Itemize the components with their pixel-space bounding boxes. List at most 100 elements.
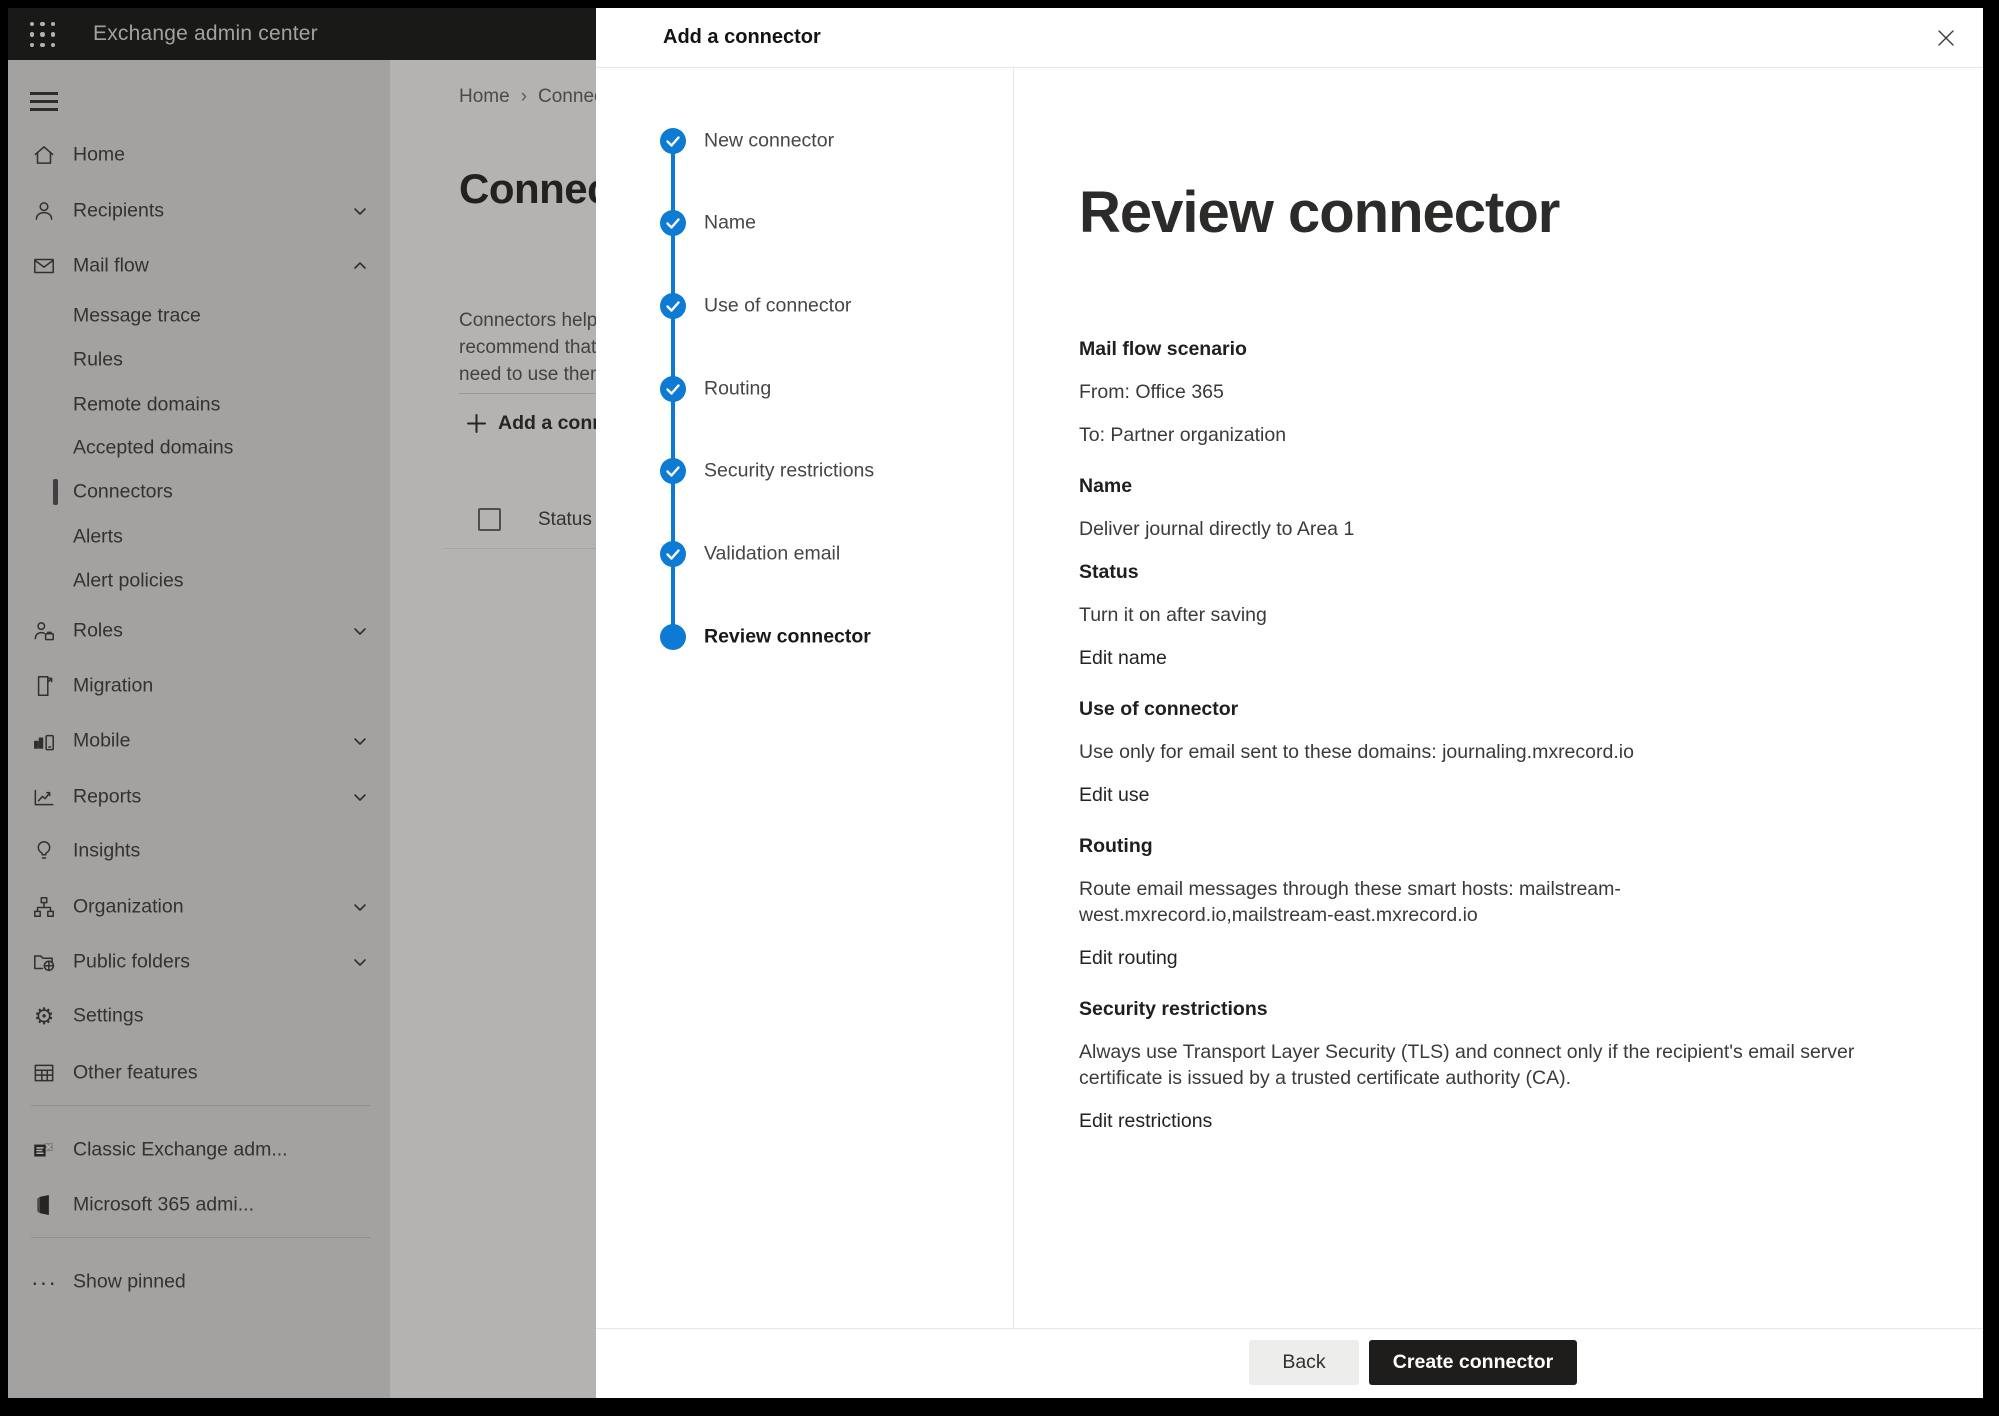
waffle-icon[interactable] (29, 21, 56, 48)
sidebar-item-settings[interactable]: ⚙ Settings (8, 994, 390, 1038)
sidebar-item-classic-exchange-admin[interactable]: Classic Exchange adm... (8, 1128, 390, 1172)
sidebar-item-microsoft-365-admin[interactable]: Microsoft 365 admi... (8, 1183, 390, 1227)
step-complete-icon (660, 128, 686, 154)
section-text: Deliver journal directly to Area 1 (1079, 516, 1859, 542)
sidebar-item-mobile[interactable]: Mobile (8, 719, 390, 763)
mobile-icon (31, 728, 57, 754)
sidebar-item-alerts[interactable]: Alerts (8, 515, 390, 559)
step-complete-icon (660, 458, 686, 484)
sidebar-item-connectors[interactable]: Connectors (8, 470, 390, 514)
sidebar-divider (31, 1105, 370, 1106)
breadcrumb-separator: › (521, 86, 527, 107)
toolbar-divider (459, 393, 596, 394)
section-text: Route email messages through these smart… (1079, 876, 1859, 928)
office-logo-icon (31, 1192, 57, 1218)
column-header-status: Status (538, 509, 592, 531)
edit-name-link[interactable]: Edit name (1079, 645, 1167, 671)
sidebar-item-organization[interactable]: Organization (8, 885, 390, 929)
step-validation-email: Validation email (596, 541, 1013, 567)
sidebar-item-accepted-domains[interactable]: Accepted domains (8, 426, 390, 470)
sidebar-item-public-folders[interactable]: Public folders (8, 940, 390, 984)
migration-icon (31, 673, 57, 699)
chevron-down-icon (352, 954, 368, 970)
chevron-down-icon (352, 203, 368, 219)
step-complete-icon (660, 210, 686, 236)
step-use-of-connector: Use of connector (596, 293, 1013, 319)
sidebar-item-migration[interactable]: Migration (8, 664, 390, 708)
sidebar-item-mail-flow[interactable]: Mail flow (8, 244, 390, 288)
hamburger-icon[interactable] (30, 92, 58, 116)
chevron-down-icon (352, 623, 368, 639)
sidebar-item-insights[interactable]: Insights (8, 829, 390, 873)
section-heading: Name (1079, 473, 1943, 499)
chevron-down-icon (352, 789, 368, 805)
sidebar-item-roles[interactable]: Roles (8, 609, 390, 653)
sidebar-item-message-trace[interactable]: Message trace (8, 294, 390, 338)
dialog-footer: Back Create connector (596, 1328, 1983, 1398)
sidebar-item-remote-domains[interactable]: Remote domains (8, 383, 390, 427)
step-new-connector: New connector (596, 128, 1013, 154)
step-current-icon (660, 624, 686, 650)
sidebar-item-home[interactable]: Home (8, 133, 390, 177)
section-mail-flow-scenario: Mail flow scenario From: Office 365 To: … (1079, 336, 1943, 448)
chevron-up-icon (352, 258, 368, 274)
sidebar-item-recipients[interactable]: Recipients (8, 189, 390, 233)
edit-restrictions-link[interactable]: Edit restrictions (1079, 1108, 1212, 1134)
exchange-logo-icon (31, 1137, 57, 1163)
step-security-restrictions: Security restrictions (596, 458, 1013, 484)
add-connector-dialog: Add a connector New connector Name Use o… (596, 8, 1983, 1398)
home-icon (31, 142, 57, 168)
page-description: Connectors help recommend that need to u… (459, 307, 596, 388)
add-connector-button[interactable]: Add a connector (466, 412, 596, 435)
section-routing: Routing Route email messages through the… (1079, 833, 1943, 971)
create-connector-button[interactable]: Create connector (1369, 1340, 1577, 1385)
sidebar-item-other-features[interactable]: Other features (8, 1051, 390, 1095)
section-name: Name Deliver journal directly to Area 1 … (1079, 473, 1943, 671)
breadcrumb-current: Connectors (538, 86, 596, 107)
section-text: Use only for email sent to these domains… (1079, 739, 1859, 765)
folder-globe-icon (31, 949, 57, 975)
select-all-checkbox[interactable] (478, 508, 501, 531)
person-icon (31, 198, 57, 224)
close-icon[interactable] (1933, 25, 1959, 51)
breadcrumb-home-link[interactable]: Home (459, 86, 510, 107)
section-security-restrictions: Security restrictions Always use Transpo… (1079, 996, 1943, 1134)
ellipsis-icon: ··· (31, 1269, 57, 1295)
selected-indicator (53, 479, 58, 505)
section-heading: Mail flow scenario (1079, 336, 1943, 362)
mail-icon (31, 253, 57, 279)
section-text: Turn it on after saving (1079, 602, 1859, 628)
chevron-down-icon (352, 733, 368, 749)
section-text: From: Office 365 (1079, 379, 1859, 405)
section-subheading: Status (1079, 559, 1859, 585)
sidebar-item-rules[interactable]: Rules (8, 338, 390, 382)
lightbulb-icon (31, 838, 57, 864)
section-text: To: Partner organization (1079, 422, 1859, 448)
wizard-stepper: New connector Name Use of connector Rout… (596, 68, 1014, 1329)
sidebar-item-show-pinned[interactable]: ··· Show pinned (8, 1260, 390, 1304)
gear-icon: ⚙ (31, 1003, 57, 1029)
review-heading: Review connector (1079, 181, 1943, 245)
section-heading: Security restrictions (1079, 996, 1943, 1022)
screen: Exchange admin center Home Recipients Ma… (8, 8, 1983, 1398)
section-text: Always use Transport Layer Security (TLS… (1079, 1039, 1859, 1091)
chevron-down-icon (352, 899, 368, 915)
table-icon (31, 1060, 57, 1086)
step-review-connector: Review connector (596, 624, 1013, 650)
section-heading: Use of connector (1079, 696, 1943, 722)
review-pane: Review connector Mail flow scenario From… (1013, 68, 1983, 1329)
back-button[interactable]: Back (1249, 1340, 1359, 1385)
edit-routing-link[interactable]: Edit routing (1079, 945, 1178, 971)
section-use-of-connector: Use of connector Use only for email sent… (1079, 696, 1943, 808)
dialog-title: Add a connector (663, 8, 821, 67)
step-complete-icon (660, 376, 686, 402)
step-routing: Routing (596, 376, 1013, 402)
sidebar-item-reports[interactable]: Reports (8, 775, 390, 819)
table-header-divider (445, 548, 596, 549)
step-complete-icon (660, 541, 686, 567)
sidebar-item-alert-policies[interactable]: Alert policies (8, 559, 390, 603)
edit-use-link[interactable]: Edit use (1079, 782, 1149, 808)
sidebar-divider (31, 1237, 370, 1238)
roles-icon (31, 618, 57, 644)
org-chart-icon (31, 894, 57, 920)
